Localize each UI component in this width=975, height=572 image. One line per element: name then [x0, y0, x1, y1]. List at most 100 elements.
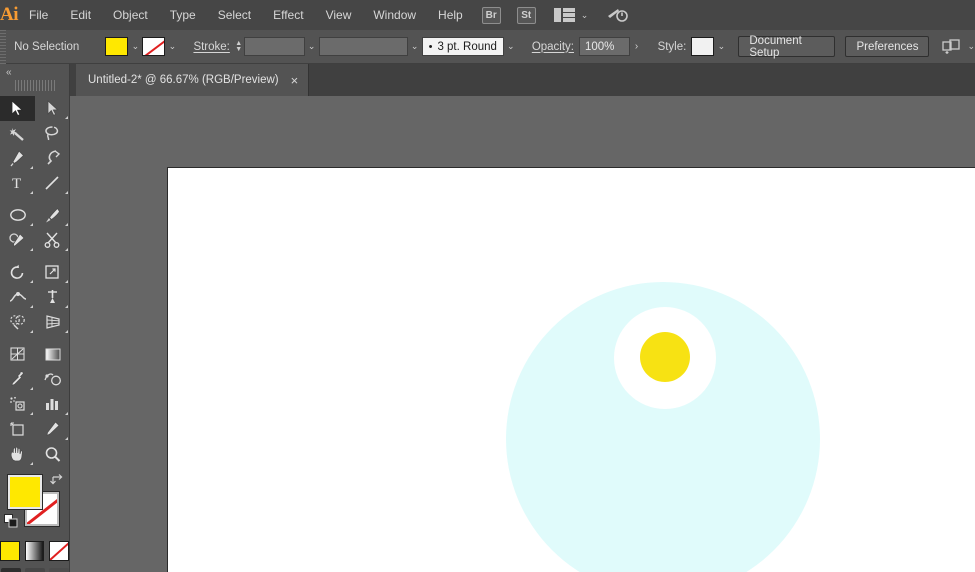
menu-object[interactable]: Object — [102, 0, 159, 30]
tool-group-separator — [0, 253, 35, 260]
gradient-tool[interactable] — [35, 342, 70, 367]
color-mode-none-button[interactable] — [49, 541, 70, 561]
symbol-sprayer-tool[interactable] — [0, 392, 35, 417]
tool-flyout-indicator-icon — [65, 437, 68, 440]
illustrator-window: Ai File Edit Object Type Select Effect V… — [0, 0, 975, 572]
opacity-input[interactable]: 100% — [579, 37, 630, 56]
collapse-panel-icon[interactable]: « — [0, 64, 69, 80]
brush-chevron-down-icon[interactable]: ⌄ — [504, 37, 518, 56]
tool-flyout-indicator-icon — [30, 166, 33, 169]
line-segment-tool[interactable] — [35, 171, 70, 196]
stroke-profile-chevron-down-icon[interactable]: ⌄ — [408, 37, 422, 56]
opacity-options-arrow-icon[interactable]: › — [630, 37, 644, 56]
menu-bar-right-controls: Br St ⌄ — [474, 6, 975, 24]
rotate-tool[interactable] — [0, 260, 35, 285]
fill-color-box[interactable] — [7, 474, 43, 510]
menu-file[interactable]: File — [18, 0, 59, 30]
type-tool[interactable]: T — [0, 171, 35, 196]
menu-help[interactable]: Help — [427, 0, 474, 30]
shape-builder-tool[interactable] — [0, 310, 35, 335]
tool-flyout-indicator-icon — [30, 248, 33, 251]
width-tool[interactable] — [0, 285, 35, 310]
document-tab[interactable]: Untitled-2* @ 66.67% (RGB/Preview) × — [76, 64, 310, 96]
free-transform-tool[interactable] — [35, 285, 70, 310]
search-adobe-stock-icon[interactable] — [606, 6, 629, 24]
color-mode-gradient-button[interactable] — [24, 541, 45, 561]
stock-icon[interactable]: St — [516, 6, 536, 24]
style-chevron-down-icon[interactable]: ⌄ — [714, 37, 728, 56]
tool-flyout-indicator-icon — [65, 191, 68, 194]
opacity-label[interactable]: Opacity: — [532, 41, 574, 53]
column-graph-tool[interactable] — [35, 392, 70, 417]
paintbrush-tool[interactable] — [35, 203, 70, 228]
tool-flyout-indicator-icon — [65, 412, 68, 415]
tool-flyout-indicator-icon — [65, 330, 68, 333]
arrange-documents-icon[interactable] — [942, 38, 962, 55]
tool-flyout-indicator-icon — [30, 387, 33, 390]
stroke-profile-input[interactable] — [318, 37, 408, 56]
slice-tool[interactable] — [35, 417, 70, 442]
tool-flyout-indicator-icon — [65, 280, 68, 283]
blend-tool[interactable] — [35, 367, 70, 392]
stroke-weight-chevron-down-icon[interactable]: ⌄ — [305, 37, 319, 56]
artboard-tool[interactable] — [0, 417, 35, 442]
eyedropper-tool[interactable] — [0, 367, 35, 392]
scale-tool[interactable] — [35, 260, 70, 285]
draw-behind-mode-button[interactable] — [24, 568, 45, 572]
tool-flyout-indicator-icon — [30, 330, 33, 333]
draw-normal-mode-button[interactable] — [0, 568, 21, 572]
preferences-button[interactable]: Preferences — [845, 36, 930, 57]
fill-color-swatch[interactable] — [105, 37, 129, 56]
artboard[interactable] — [167, 167, 975, 572]
perspective-grid-tool[interactable] — [35, 310, 70, 335]
default-fill-stroke-icon[interactable] — [4, 514, 19, 528]
hand-tool[interactable] — [0, 442, 35, 467]
ellipse-tool[interactable] — [0, 203, 35, 228]
stroke-color-swatch[interactable] — [142, 37, 166, 56]
document-setup-button[interactable]: Document Setup — [738, 35, 836, 59]
mesh-tool[interactable] — [0, 342, 35, 367]
menu-window[interactable]: Window — [362, 0, 427, 30]
tools-panel-grip[interactable] — [14, 80, 55, 91]
fill-dropdown-chevron-down-icon[interactable]: ⌄ — [128, 37, 142, 56]
tool-group-separator — [35, 253, 70, 260]
magic-wand-tool[interactable] — [0, 121, 35, 146]
stroke-weight-input[interactable] — [243, 37, 305, 56]
arrange-chevron-down-icon[interactable]: ⌄ — [967, 41, 975, 52]
app-logo-icon: Ai — [0, 4, 19, 25]
menu-edit[interactable]: Edit — [59, 0, 102, 30]
zoom-tool[interactable] — [35, 442, 70, 467]
stroke-weight-label[interactable]: Stroke: — [193, 41, 229, 53]
close-icon[interactable]: × — [291, 73, 299, 88]
yellow-sun-circle[interactable] — [640, 332, 690, 382]
selection-tool[interactable] — [0, 96, 35, 121]
control-bar: No Selection ⌄ ⌄ Stroke: ▲ ▼ ⌄ ⌄ • 3 pt. … — [0, 29, 975, 64]
selection-status-label: No Selection — [14, 40, 80, 53]
chevron-down-icon[interactable]: ⌄ — [581, 10, 589, 21]
pen-tool[interactable] — [0, 146, 35, 171]
menu-select[interactable]: Select — [207, 0, 262, 30]
canvas-area[interactable] — [70, 96, 975, 572]
graphic-style-swatch[interactable] — [691, 37, 715, 56]
color-mode-color-button[interactable] — [0, 541, 20, 561]
style-label: Style: — [657, 40, 687, 53]
stroke-weight-stepper[interactable]: ▲ ▼ — [234, 37, 244, 56]
direct-selection-tool[interactable] — [35, 96, 70, 121]
menu-effect[interactable]: Effect — [262, 0, 314, 30]
control-bar-grip[interactable] — [0, 29, 7, 64]
tool-flyout-indicator-icon — [30, 305, 33, 308]
pencil-tool[interactable] — [0, 228, 35, 253]
swap-fill-stroke-icon[interactable] — [49, 473, 65, 487]
tool-group-separator — [35, 196, 70, 203]
menu-view[interactable]: View — [315, 0, 363, 30]
brush-definition-select[interactable]: • 3 pt. Round — [421, 37, 504, 56]
bridge-icon[interactable]: Br — [481, 6, 501, 24]
menu-type[interactable]: Type — [159, 0, 207, 30]
stroke-dropdown-chevron-down-icon[interactable]: ⌄ — [165, 37, 179, 56]
workspace-switcher-icon[interactable] — [553, 8, 575, 22]
draw-inside-mode-button[interactable] — [48, 568, 69, 572]
lasso-tool[interactable] — [35, 121, 70, 146]
curvature-tool[interactable] — [35, 146, 70, 171]
tool-group-separator — [0, 335, 35, 342]
scissors-tool[interactable] — [35, 228, 70, 253]
